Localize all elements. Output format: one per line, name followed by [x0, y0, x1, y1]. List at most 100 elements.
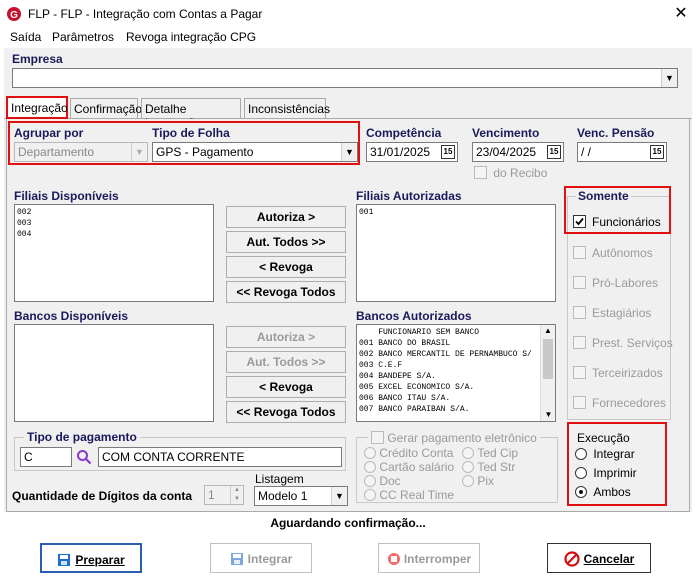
quantidade-digitos-spinner[interactable]: 1 ▲ ▼: [204, 485, 244, 505]
chevron-down-icon[interactable]: ▼: [331, 487, 347, 505]
close-icon[interactable]: ✕: [670, 3, 692, 25]
list-item[interactable]: FUNCIONARIO SEM BANCO: [359, 327, 539, 338]
checkbox-box[interactable]: [573, 306, 586, 320]
list-item[interactable]: 001: [359, 207, 553, 218]
calendar-icon[interactable]: 15: [650, 145, 664, 159]
radio-pix[interactable]: Pix: [462, 473, 494, 488]
competencia-value: 31/01/2025: [370, 145, 431, 159]
list-item[interactable]: 004: [17, 229, 211, 240]
aut-todos-filial-button[interactable]: Aut. Todos >>: [226, 231, 346, 253]
radio-imprimir[interactable]: Imprimir: [575, 465, 637, 480]
radio-button[interactable]: [462, 446, 474, 459]
terceirizados-checkbox[interactable]: Terceirizados: [573, 365, 663, 381]
checkbox-box[interactable]: [573, 276, 586, 290]
radio-button[interactable]: [364, 488, 376, 501]
integrar-button[interactable]: Integrar: [210, 543, 312, 573]
list-item[interactable]: 003: [17, 218, 211, 229]
checkbox-box[interactable]: [371, 431, 384, 445]
calendar-icon[interactable]: 15: [441, 145, 455, 159]
imprimir-label: Imprimir: [593, 465, 637, 480]
menu-parametros[interactable]: Parâmetros: [52, 30, 114, 44]
radio-cartao-salario[interactable]: Cartão salário: [364, 459, 454, 474]
list-item[interactable]: 002 BANCO MERCANTIL DE PERNAMBUCO S/: [359, 349, 539, 360]
bancos-autorizados-list[interactable]: FUNCIONARIO SEM BANCO 001 BANCO DO BRASI…: [356, 324, 556, 422]
tipo-pagamento-code[interactable]: C: [20, 447, 72, 467]
radio-button[interactable]: [462, 474, 474, 487]
calendar-icon[interactable]: 15: [547, 145, 561, 159]
chevron-up-icon[interactable]: ▲: [541, 325, 555, 337]
filiais-disponiveis-list[interactable]: 002 003 004: [14, 204, 214, 302]
preparar-button[interactable]: Preparar: [40, 543, 142, 573]
spinner-arrows-icon[interactable]: ▲ ▼: [230, 486, 243, 504]
radio-cc-real-time[interactable]: CC Real Time: [364, 487, 454, 502]
revoga-todos-banco-button[interactable]: << Revoga Todos: [226, 401, 346, 423]
competencia-field[interactable]: 31/01/2025 15: [366, 142, 458, 162]
radio-button[interactable]: [575, 466, 587, 479]
radio-ambos[interactable]: Ambos: [575, 484, 631, 499]
agrupar-select[interactable]: Departamento ▼: [14, 142, 148, 162]
empresa-select[interactable]: ▼: [12, 68, 678, 88]
radio-button[interactable]: [364, 460, 376, 473]
estagiarios-checkbox[interactable]: Estagiários: [573, 305, 651, 321]
prest-servicos-checkbox[interactable]: Prest. Serviços: [573, 335, 673, 351]
do-recibo-checkbox[interactable]: do Recibo: [474, 165, 547, 180]
radio-button[interactable]: [575, 485, 587, 498]
bancos-disponiveis-list[interactable]: [14, 324, 214, 422]
list-item[interactable]: 002: [17, 207, 211, 218]
tipo-folha-select[interactable]: GPS - Pagamento ▼: [152, 142, 358, 162]
vencimento-field[interactable]: 23/04/2025 15: [472, 142, 564, 162]
autonomos-checkbox[interactable]: Autônomos: [573, 245, 653, 261]
scrollbar[interactable]: ▲ ▼: [540, 325, 555, 421]
radio-button[interactable]: [462, 460, 474, 473]
radio-doc[interactable]: Doc: [364, 473, 401, 488]
tab-inconsistencias[interactable]: Inconsistências: [244, 98, 330, 118]
list-item[interactable]: 006 BANCO ITAU S/A.: [359, 393, 539, 404]
pro-labores-checkbox[interactable]: Pró-Labores: [573, 275, 658, 291]
radio-button[interactable]: [364, 474, 376, 487]
list-item[interactable]: 007 BANCO PARAIBAN S/A.: [359, 404, 539, 415]
checkbox-box[interactable]: [573, 366, 586, 380]
radio-integrar[interactable]: Integrar: [575, 446, 635, 461]
search-icon[interactable]: [76, 449, 92, 465]
scrollbar-thumb[interactable]: [543, 339, 553, 379]
chevron-down-icon[interactable]: ▼: [661, 69, 677, 87]
venc-pensao-field[interactable]: / / 15: [577, 142, 667, 162]
checkbox-box[interactable]: [573, 215, 586, 229]
autoriza-banco-button[interactable]: Autoriza >: [226, 326, 346, 348]
tab-confirmacao[interactable]: Confirmação: [70, 98, 142, 118]
list-item[interactable]: 003 C.E.F: [359, 360, 539, 371]
radio-button[interactable]: [364, 446, 376, 459]
revoga-filial-button[interactable]: < Revoga: [226, 256, 346, 278]
revoga-todos-filial-button[interactable]: << Revoga Todos: [226, 281, 346, 303]
checkbox-box[interactable]: [573, 336, 586, 350]
radio-ted-str[interactable]: Ted Str: [462, 459, 515, 474]
funcionarios-checkbox[interactable]: Funcionários: [573, 214, 661, 230]
list-item[interactable]: 001 BANCO DO BRASIL: [359, 338, 539, 349]
fornecedores-checkbox[interactable]: Fornecedores: [573, 395, 666, 411]
interromper-button[interactable]: Interromper: [378, 543, 480, 573]
checkbox-box[interactable]: [573, 246, 586, 260]
cancelar-button[interactable]: Cancelar: [547, 543, 651, 573]
tipo-folha-value: GPS - Pagamento: [156, 145, 254, 159]
aut-todos-banco-button[interactable]: Aut. Todos >>: [226, 351, 346, 373]
checkbox-box[interactable]: [573, 396, 586, 410]
listagem-select[interactable]: Modelo 1 ▼: [254, 486, 348, 506]
autoriza-filial-button[interactable]: Autoriza >: [226, 206, 346, 228]
menu-revoga-integracao[interactable]: Revoga integração CPG: [126, 30, 256, 44]
chevron-down-icon[interactable]: ▼: [541, 409, 556, 421]
revoga-banco-button[interactable]: < Revoga: [226, 376, 346, 398]
list-item[interactable]: 005 EXCEL ECONOMICO S/A.: [359, 382, 539, 393]
tab-detalhe-integracao[interactable]: Detalhe Integração: [141, 98, 241, 130]
chevron-down-icon[interactable]: ▼: [131, 143, 147, 161]
save-icon: [58, 553, 71, 566]
chevron-down-icon[interactable]: ▼: [341, 143, 357, 161]
menu-saida[interactable]: Saída: [10, 30, 41, 44]
filiais-autorizadas-list[interactable]: 001: [356, 204, 556, 302]
do-recibo-box[interactable]: [474, 166, 487, 180]
gerar-pagamento-checkbox[interactable]: Gerar pagamento eletrônico: [368, 430, 540, 445]
radio-ted-cip[interactable]: Ted Cip: [462, 445, 518, 460]
radio-button[interactable]: [575, 447, 587, 460]
radio-credito-conta[interactable]: Crédito Conta: [364, 445, 453, 460]
list-item[interactable]: 004 BANDEPE S/A.: [359, 371, 539, 382]
tab-integracao[interactable]: Integração: [6, 96, 68, 119]
